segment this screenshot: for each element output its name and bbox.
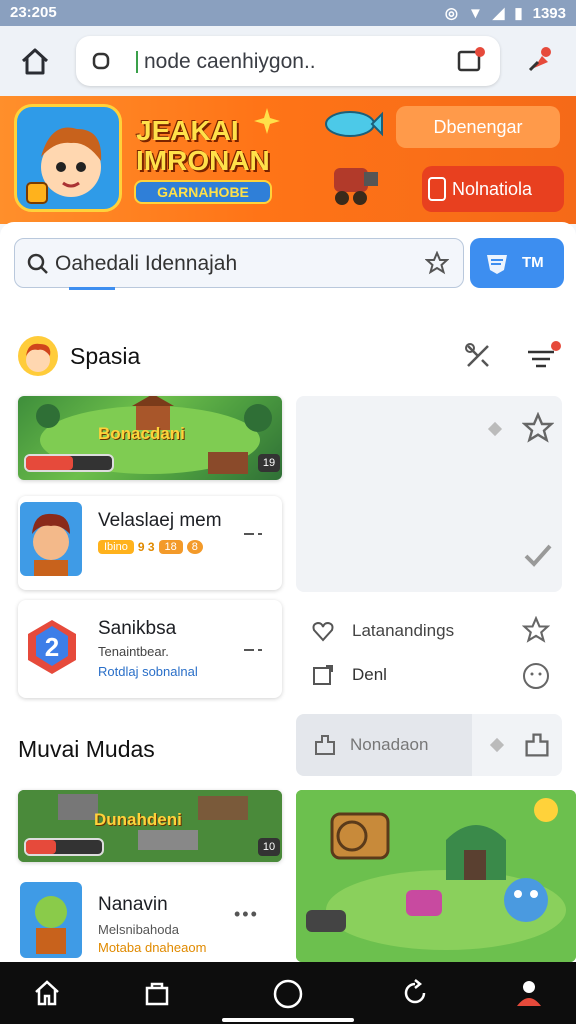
item-subtitle: Tenaintbear. (98, 644, 169, 659)
sparkle-icon (252, 106, 282, 136)
section-title-muvai: Muvai Mudas (18, 736, 155, 762)
banner-title: JEAKAI IMRONAN (136, 116, 270, 176)
wifi-icon: ▼ (467, 4, 483, 22)
game-banner-card[interactable]: Dunahdeni 10 (18, 790, 282, 862)
progress-bar (24, 838, 104, 856)
search-underline (69, 287, 115, 290)
url-text: node caenhiygon.. (144, 50, 316, 73)
side-panel-mid: Latanandings Denl (296, 600, 562, 704)
cannon-icon (328, 154, 382, 208)
game-thumb (20, 882, 82, 958)
diamond-icon (489, 737, 505, 753)
tools-icon[interactable] (462, 340, 494, 372)
side-pill[interactable]: Nonadaon (296, 714, 472, 776)
bag-icon[interactable] (142, 978, 172, 1008)
url-text-wrap: node caenhiygon.. (136, 50, 316, 74)
level-badge: 10 (258, 838, 280, 856)
section-title-spasia: Spasia (70, 343, 141, 369)
status-bar: 23:205 ◎ ▼ ◢ ▮ 1393 (0, 0, 576, 26)
battery-icon: ▮ (514, 5, 523, 22)
check-icon[interactable] (522, 540, 554, 568)
banner-label: Dunahdeni (94, 810, 182, 829)
badge: 8 (186, 540, 203, 554)
banner-title-line1: JEAKAI (136, 115, 239, 146)
status-right: ◎ ▼ ◢ ▮ 1393 (444, 4, 566, 23)
lock-icon (92, 51, 110, 71)
item-meta: Rotdlaj sobnalnal (98, 664, 198, 679)
side-pill-actions (472, 714, 562, 776)
edit-icon (312, 664, 334, 686)
game-app-icon (14, 104, 122, 212)
search-text: Oahedali Idennajah (55, 252, 238, 275)
banner-button-1[interactable]: Dbenengar (396, 106, 560, 148)
fish-icon (320, 104, 384, 144)
diamond-icon (487, 421, 503, 437)
menu-icon[interactable] (522, 42, 558, 78)
notification-icon: ◎ (444, 5, 458, 22)
star-icon[interactable] (521, 411, 555, 444)
banner-button-2[interactable]: Nolnatiola (422, 166, 564, 212)
more-icon[interactable] (242, 640, 264, 651)
star-icon[interactable] (424, 250, 450, 275)
badge: 18 (158, 540, 183, 554)
banner-label: Bonacdani (98, 424, 185, 443)
featured-game-tile[interactable] (296, 790, 576, 962)
side-pill-label: Nonadaon (350, 735, 429, 754)
signal-icon: ◢ (492, 5, 505, 22)
shield-icon (484, 250, 510, 276)
level-badge: 19 (258, 454, 280, 472)
item-meta: Motaba dnaheaom (98, 940, 207, 955)
refresh-icon[interactable] (400, 978, 430, 1008)
face-icon[interactable] (522, 662, 550, 690)
heart-icon (312, 620, 334, 642)
item-subtitle: Melsnibahoda (98, 922, 179, 937)
list-item[interactable]: 2 Sanikbsa Tenaintbear. Rotdlaj sobnalna… (18, 600, 282, 698)
search-icon (27, 253, 49, 275)
svg-text:2: 2 (45, 632, 59, 662)
side-row-label[interactable]: Denl (352, 665, 387, 685)
game-thumb: 2 (24, 616, 80, 676)
progress-bar (24, 454, 114, 472)
profile-icon[interactable] (514, 978, 544, 1008)
more-icon[interactable]: ••• (234, 904, 259, 925)
url-field[interactable]: node caenhiygon.. (76, 36, 500, 86)
banner-button-2-label: Nolnatiola (452, 178, 533, 199)
list-item[interactable]: Nanavin Melsnibahoda Motaba dnaheaom ••• (18, 876, 282, 962)
status-time: 23:205 (10, 4, 57, 21)
more-icon[interactable] (242, 524, 264, 535)
circle-icon[interactable] (272, 978, 304, 1010)
status-right-text: 1393 (532, 4, 566, 22)
badge: Ibino (98, 540, 134, 554)
tm-button[interactable]: TM (470, 238, 564, 288)
star-icon[interactable] (521, 615, 551, 644)
game-thumb (20, 502, 82, 576)
puzzle-icon[interactable] (522, 730, 552, 760)
banner-title-line2: IMRONAN (136, 145, 270, 176)
item-title: Sanikbsa (98, 618, 177, 639)
badge-row: Ibino 9 3 18 8 (98, 540, 203, 554)
list-item[interactable]: Velaslaej mem Ibino 9 3 18 8 (18, 496, 282, 590)
promo-banner[interactable]: JEAKAI IMRONAN GARNAHOBE Dbenengar Nolna… (0, 96, 576, 224)
side-row-label[interactable]: Latanandings (352, 621, 454, 641)
banner-subtitle: GARNAHOBE (134, 180, 272, 204)
home-icon[interactable] (18, 44, 52, 78)
browser-toolbar: node caenhiygon.. (0, 26, 576, 96)
filter-icon[interactable] (524, 338, 562, 374)
tabs-icon[interactable] (456, 46, 486, 76)
search-input[interactable]: Oahedali Idennajah (14, 238, 464, 290)
tm-button-label: TM (522, 254, 544, 271)
game-banner-card[interactable]: Bonacdani 19 (18, 396, 282, 480)
home-indicator (222, 1018, 354, 1022)
item-title: Velaslaej mem (98, 510, 222, 531)
phone-icon (428, 177, 446, 201)
puzzle-icon (312, 732, 338, 758)
home-icon[interactable] (32, 978, 62, 1008)
bottom-nav (0, 962, 576, 1024)
badge: 9 3 (137, 540, 155, 554)
side-panel-top (296, 396, 562, 592)
avatar[interactable] (18, 336, 58, 376)
item-title: Nanavin (98, 894, 168, 915)
